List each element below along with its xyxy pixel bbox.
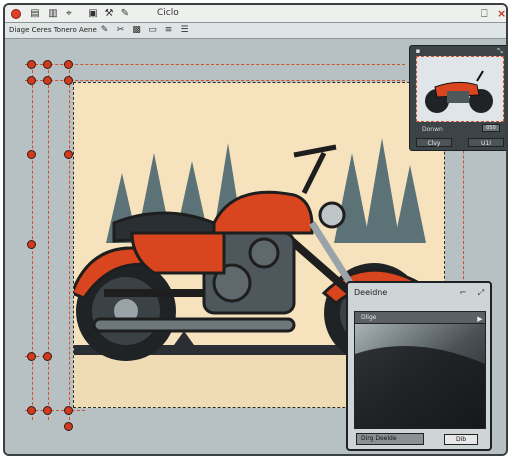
title-bar: ▤ ▥ ⌖ ▣ ⚒ ✎ Ciclo ⎕ × <box>5 5 506 23</box>
image-icon[interactable]: ▩ <box>131 25 142 36</box>
dialog-minimize-icon[interactable]: ⌐ <box>458 287 468 297</box>
navigator-field-label: Donwn <box>422 126 443 133</box>
resize-handle[interactable] <box>43 352 52 361</box>
resize-handle[interactable] <box>27 352 36 361</box>
panel-close-icon[interactable]: ▪ <box>414 47 422 55</box>
motorcycle-thumbnail <box>417 57 503 121</box>
dialog-ok-button[interactable]: Dib <box>444 434 478 445</box>
panel-resize-icon[interactable]: ⤡ <box>496 47 504 55</box>
close-dot-icon[interactable] <box>11 9 21 19</box>
tools-icon[interactable]: ✂ <box>115 25 126 36</box>
dialog-list-label: Dlige <box>361 314 377 321</box>
dialog-list-header[interactable]: Dlige ▶ <box>355 312 485 324</box>
close-button[interactable]: × <box>497 7 506 21</box>
brush-icon[interactable]: ✎ <box>99 25 110 36</box>
window-title: Ciclo <box>157 8 179 18</box>
navigator-field[interactable]: 050 <box>482 124 500 132</box>
document-icon[interactable]: ▤ <box>29 8 41 20</box>
guide-line[interactable] <box>25 64 405 65</box>
navigator-panel: ▪ ⤡ Donwn 050 Clvy U1I <box>409 45 506 151</box>
dialog-window: Deeidne ⌐ ⤢ Dlige ▶ Dirg Deelde Dib <box>346 281 492 451</box>
resize-handle[interactable] <box>43 406 52 415</box>
dialog-expand-icon[interactable]: ⤢ <box>476 287 486 297</box>
navigator-button-2[interactable]: U1I <box>468 138 504 147</box>
navigator-button-1[interactable]: Clvy <box>416 138 452 147</box>
dialog-text-field[interactable]: Dirg Deelde <box>356 433 424 445</box>
image-icon[interactable]: ▣ <box>87 8 99 20</box>
layers-icon[interactable]: ≡ <box>163 25 174 36</box>
resize-handle[interactable] <box>64 422 73 431</box>
toolbar: Diage Ceres Tonero Aene ✎ ✂ ▩ ▭ ≡ ☰ <box>5 23 506 39</box>
resize-handle[interactable] <box>43 76 52 85</box>
resize-handle[interactable] <box>64 76 73 85</box>
toolbar-label: Diage Ceres Tonero Aene <box>9 26 97 34</box>
resize-handle[interactable] <box>27 76 36 85</box>
dialog-title: Deeidne <box>354 288 388 297</box>
film-icon[interactable]: ▥ <box>47 8 59 20</box>
app-window: ▤ ▥ ⌖ ▣ ⚒ ✎ Ciclo ⎕ × Diage Ceres Tonero… <box>3 3 508 456</box>
resize-handle[interactable] <box>27 60 36 69</box>
resize-handle[interactable] <box>64 60 73 69</box>
resize-handle[interactable] <box>27 240 36 249</box>
minimize-icon[interactable]: ⎕ <box>481 7 488 21</box>
gradient-preview <box>355 324 485 428</box>
stack-icon[interactable]: ☰ <box>179 25 190 36</box>
file-icon[interactable]: ▭ <box>147 25 158 36</box>
resize-handle[interactable] <box>27 406 36 415</box>
dialog-list[interactable]: Dlige ▶ <box>354 311 486 429</box>
resize-handle[interactable] <box>64 150 73 159</box>
guide-line[interactable] <box>48 60 49 420</box>
play-icon[interactable]: ▶ <box>475 313 485 323</box>
resize-handle[interactable] <box>64 406 73 415</box>
navigator-thumbnail[interactable] <box>416 56 504 122</box>
resize-handle[interactable] <box>27 150 36 159</box>
resize-handle[interactable] <box>43 60 52 69</box>
pen-icon[interactable]: ✎ <box>119 8 131 20</box>
tools-icon[interactable]: ⚒ <box>103 8 115 20</box>
pin-icon[interactable]: ⌖ <box>63 8 75 20</box>
guide-line[interactable] <box>69 60 70 420</box>
guide-line[interactable] <box>25 80 405 81</box>
